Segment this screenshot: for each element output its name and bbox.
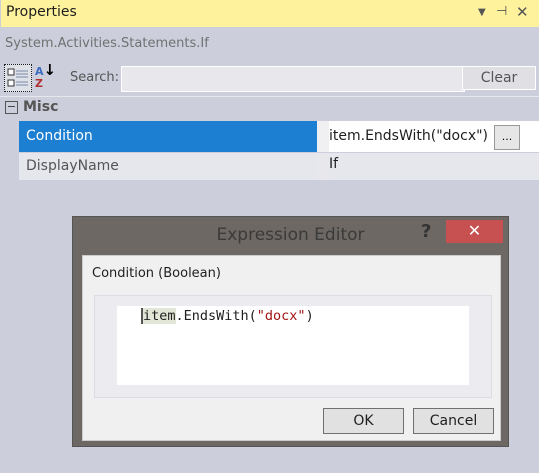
- panel-title: Properties: [6, 4, 77, 20]
- alphabetical-sort-button[interactable]: A↓ Z: [35, 63, 56, 90]
- code-identifier: item: [141, 308, 176, 324]
- code-method: .EndsWith(: [175, 308, 257, 324]
- expression-label: Condition (Boolean): [92, 266, 221, 281]
- property-name: Condition: [19, 121, 317, 152]
- property-name: DisplayName: [19, 153, 317, 180]
- category-misc: [0, 96, 539, 120]
- pin-icon[interactable]: ⊣: [496, 4, 507, 19]
- search-input[interactable]: [121, 66, 465, 92]
- cancel-button[interactable]: Cancel: [413, 408, 494, 434]
- close-icon[interactable]: ✕: [516, 3, 529, 21]
- dropdown-icon[interactable]: ▼: [478, 7, 486, 18]
- category-label: Misc: [23, 99, 59, 115]
- code-end: ): [305, 308, 314, 324]
- az-z: Z: [35, 77, 43, 90]
- categorized-icon: [7, 68, 28, 87]
- expression-editor[interactable]: item.EndsWith("docx"): [117, 306, 469, 385]
- clear-button[interactable]: Clear: [462, 66, 536, 90]
- dialog-body: Condition (Boolean) item.EndsWith("docx"…: [82, 255, 501, 441]
- dialog-close-button[interactable]: ✕: [446, 220, 503, 243]
- help-icon[interactable]: ?: [421, 221, 431, 242]
- expression-editor-dialog: Expression Editor ? ✕ Condition (Boolean…: [72, 216, 509, 447]
- object-type: System.Activities.Statements.If: [5, 36, 209, 51]
- categorized-view-button[interactable]: [4, 64, 32, 92]
- property-row-displayname[interactable]: DisplayName If: [19, 153, 539, 180]
- dialog-title: Expression Editor: [216, 225, 365, 245]
- collapse-icon[interactable]: −: [5, 101, 18, 114]
- property-row-condition[interactable]: Condition item.EndsWith("docx"): [19, 121, 539, 152]
- expression-editor-button[interactable]: ...: [494, 125, 520, 150]
- ok-button[interactable]: OK: [323, 408, 404, 434]
- code-string: "docx": [256, 308, 306, 324]
- expression-code: item.EndsWith("docx"): [141, 308, 314, 324]
- editor-frame: item.EndsWith("docx"): [94, 295, 492, 398]
- search-label: Search:: [70, 70, 120, 85]
- property-value[interactable]: If: [329, 153, 539, 180]
- properties-titlebar: Properties ▼ ⊣ ✕: [0, 0, 539, 27]
